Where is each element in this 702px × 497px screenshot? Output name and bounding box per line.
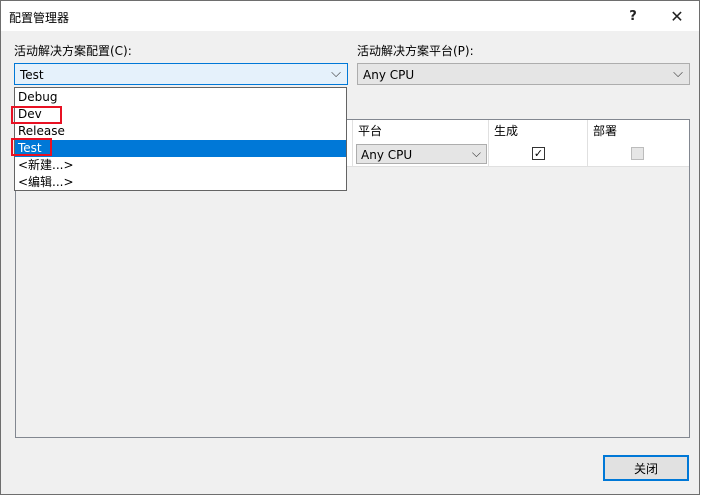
- header-build: 生成: [489, 120, 588, 142]
- help-button[interactable]: ?: [611, 1, 655, 31]
- highlight-box-dev: [11, 106, 62, 124]
- config-option-test[interactable]: Test: [15, 140, 346, 157]
- chevron-down-icon: ⌵: [471, 146, 481, 160]
- config-option-new[interactable]: <新建...>: [15, 157, 346, 174]
- build-cell: ✓: [489, 142, 588, 166]
- deploy-cell: [588, 142, 689, 166]
- header-platform: 平台: [353, 120, 489, 142]
- platform-label: 活动解决方案平台(P):: [357, 44, 474, 58]
- row-platform-combobox[interactable]: Any CPU ⌵: [356, 144, 487, 164]
- config-label: 活动解决方案配置(C):: [14, 44, 132, 58]
- config-option-debug[interactable]: Debug: [15, 89, 346, 106]
- config-option-dev[interactable]: Dev: [15, 106, 346, 123]
- highlight-box-test: [11, 138, 52, 156]
- config-dropdown-list: Debug Dev Release Test <新建...> <编辑...>: [14, 87, 347, 191]
- header-deploy: 部署: [593, 124, 618, 138]
- row-platform-value: Any CPU: [361, 148, 413, 162]
- platform-cell: Any CPU ⌵: [353, 142, 489, 166]
- config-option-edit[interactable]: <编辑...>: [15, 174, 346, 191]
- platform-selected-value: Any CPU: [363, 68, 415, 82]
- close-window-button[interactable]: ✕: [655, 1, 699, 31]
- configuration-manager-dialog: 配置管理器 ? ✕ 活动解决方案配置(C): Test ⌵ 活动解决方案平台(P…: [0, 0, 700, 495]
- title-bar: 配置管理器 ? ✕: [1, 1, 699, 31]
- close-button[interactable]: 关闭: [603, 455, 689, 481]
- chevron-down-icon: ⌵: [331, 66, 341, 81]
- config-combobox[interactable]: Test ⌵: [14, 63, 348, 85]
- deploy-checkbox: [631, 147, 644, 160]
- build-checkbox[interactable]: ✓: [532, 147, 545, 160]
- chevron-down-icon: ⌵: [673, 66, 683, 81]
- config-option-release[interactable]: Release: [15, 123, 346, 140]
- config-selected-value: Test: [20, 68, 44, 82]
- window-title: 配置管理器: [9, 11, 70, 25]
- platform-combobox[interactable]: Any CPU ⌵: [357, 63, 690, 85]
